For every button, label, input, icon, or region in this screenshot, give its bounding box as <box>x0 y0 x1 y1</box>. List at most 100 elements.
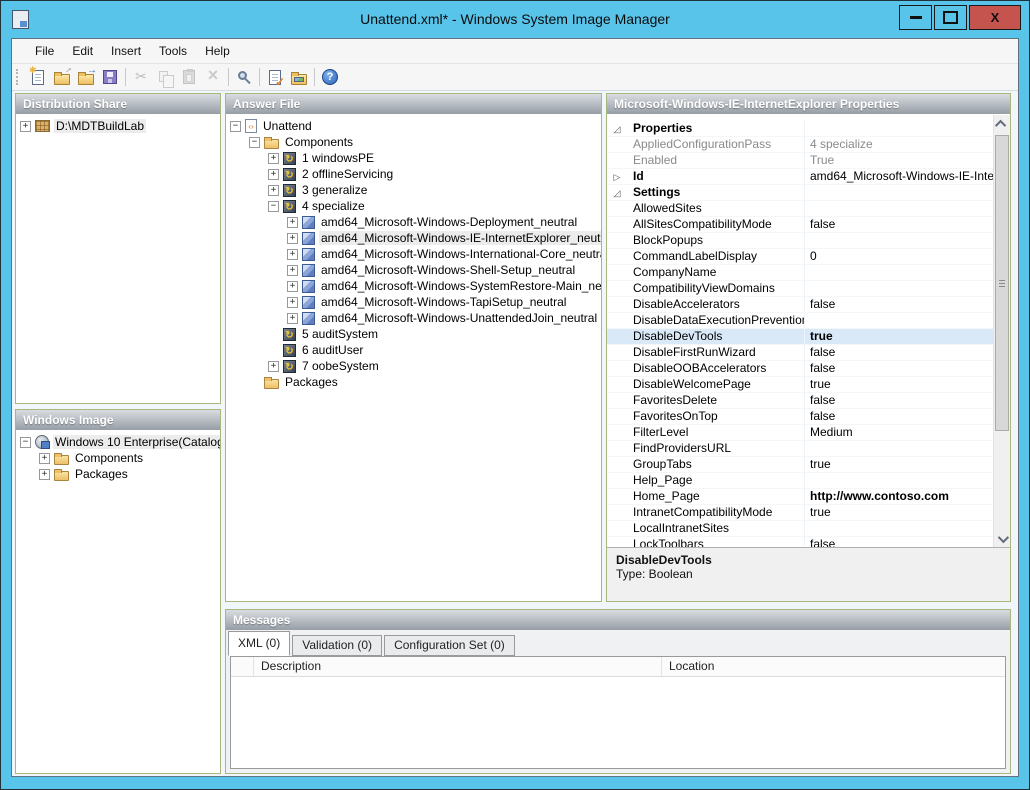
property-row[interactable]: GroupTabstrue <box>607 457 993 473</box>
expand-icon[interactable]: + <box>287 313 298 324</box>
property-value[interactable]: 4 specialize <box>805 137 993 152</box>
menu-file[interactable]: File <box>26 39 63 63</box>
minimize-button[interactable] <box>899 5 932 30</box>
property-row[interactable]: DisableFirstRunWizardfalse <box>607 345 993 361</box>
save-button[interactable] <box>98 65 122 89</box>
expand-icon[interactable]: + <box>268 185 279 196</box>
property-row[interactable]: FavoritesOnTopfalse <box>607 409 993 425</box>
tree-item[interactable]: −Components <box>226 134 601 150</box>
tree-item[interactable]: +amd64_Microsoft-Windows-UnattendedJoin_… <box>226 310 601 326</box>
property-value[interactable]: false <box>805 217 993 232</box>
property-value[interactable]: false <box>805 393 993 408</box>
property-value[interactable]: false <box>805 361 993 376</box>
property-row[interactable]: DisableOOBAcceleratorsfalse <box>607 361 993 377</box>
column-header-blank[interactable] <box>231 657 254 676</box>
tree-item[interactable]: −Windows 10 Enterprise(Catalog) <box>16 434 220 450</box>
property-row[interactable]: LocalIntranetSites <box>607 521 993 537</box>
property-value[interactable] <box>805 281 993 296</box>
property-value[interactable]: True <box>805 153 993 168</box>
tree-item[interactable]: +Components <box>16 450 220 466</box>
tree-item[interactable]: +amd64_Microsoft-Windows-Deployment_neut… <box>226 214 601 230</box>
scrollbar-thumb[interactable] <box>995 135 1009 431</box>
menu-insert[interactable]: Insert <box>102 39 150 63</box>
maximize-button[interactable] <box>934 5 967 30</box>
property-row[interactable]: AppliedConfigurationPass4 specialize <box>607 137 993 153</box>
property-value[interactable]: true <box>805 377 993 392</box>
create-configuration-set-button[interactable] <box>287 65 311 89</box>
collapse-icon[interactable]: ◿ <box>607 121 627 136</box>
toolbar-grip[interactable] <box>16 69 22 85</box>
property-value[interactable]: http://www.contoso.com <box>805 489 993 504</box>
property-value[interactable]: false <box>805 345 993 360</box>
property-value[interactable]: false <box>805 409 993 424</box>
tree-item[interactable]: +amd64_Microsoft-Windows-International-C… <box>226 246 601 262</box>
close-button[interactable]: X <box>969 5 1021 30</box>
property-value[interactable]: true <box>805 329 993 344</box>
menu-edit[interactable]: Edit <box>63 39 102 63</box>
tree-item[interactable]: +amd64_Microsoft-Windows-TapiSetup_neutr… <box>226 294 601 310</box>
property-row[interactable]: FavoritesDeletefalse <box>607 393 993 409</box>
tree-item[interactable]: +7 oobeSystem <box>226 358 601 374</box>
expand-icon[interactable]: + <box>287 233 298 244</box>
tree-item[interactable]: +amd64_Microsoft-Windows-IE-InternetExpl… <box>226 230 601 246</box>
property-value[interactable] <box>805 121 993 136</box>
tree-item[interactable]: +3 generalize <box>226 182 601 198</box>
tree-item[interactable]: +Packages <box>16 466 220 482</box>
expand-icon[interactable]: + <box>287 217 298 228</box>
validate-answer-file-button[interactable] <box>263 65 287 89</box>
property-value[interactable] <box>805 185 993 200</box>
property-row[interactable]: DisableAcceleratorsfalse <box>607 297 993 313</box>
scroll-down-button[interactable] <box>994 530 1010 547</box>
property-row[interactable]: Home_Pagehttp://www.contoso.com <box>607 489 993 505</box>
property-row[interactable]: DisableDevToolstrue <box>607 329 993 345</box>
expand-icon[interactable]: + <box>287 249 298 260</box>
tree-item[interactable]: −Unattend <box>226 118 601 134</box>
help-button[interactable] <box>318 65 342 89</box>
property-row[interactable]: AllowedSites <box>607 201 993 217</box>
expand-icon[interactable]: + <box>268 361 279 372</box>
properties-scrollbar[interactable] <box>993 115 1010 547</box>
scroll-up-button[interactable] <box>994 115 1010 132</box>
collapse-icon[interactable]: − <box>268 201 279 212</box>
property-value[interactable] <box>805 233 993 248</box>
property-row[interactable]: BlockPopups <box>607 233 993 249</box>
expand-icon[interactable]: ▷ <box>607 169 627 184</box>
expand-icon[interactable]: + <box>268 169 279 180</box>
title-bar[interactable]: Unattend.xml* - Windows System Image Man… <box>1 1 1029 38</box>
property-value[interactable] <box>805 441 993 456</box>
property-value[interactable]: true <box>805 457 993 472</box>
property-row[interactable]: CompatibilityViewDomains <box>607 281 993 297</box>
property-row[interactable]: DisableWelcomePagetrue <box>607 377 993 393</box>
tree-item[interactable]: +amd64_Microsoft-Windows-Shell-Setup_neu… <box>226 262 601 278</box>
tab-configuration[interactable]: Configuration Set (0) <box>384 635 515 656</box>
expand-icon[interactable]: + <box>268 153 279 164</box>
property-value[interactable]: true <box>805 505 993 520</box>
collapse-icon[interactable]: − <box>20 437 31 448</box>
collapse-icon[interactable]: ◿ <box>607 185 627 200</box>
collapse-icon[interactable]: − <box>249 137 260 148</box>
property-value[interactable]: false <box>805 297 993 312</box>
tree-item[interactable]: 5 auditSystem <box>226 326 601 342</box>
property-category-row[interactable]: ◿Settings <box>607 185 993 201</box>
tree-item[interactable]: +D:\MDTBuildLab <box>16 118 220 134</box>
property-value[interactable]: Medium <box>805 425 993 440</box>
expand-icon[interactable]: + <box>20 121 31 132</box>
tree-item[interactable]: +2 offlineServicing <box>226 166 601 182</box>
property-value[interactable] <box>805 473 993 488</box>
property-row[interactable]: FilterLevelMedium <box>607 425 993 441</box>
tree-item[interactable]: +amd64_Microsoft-Windows-SystemRestore-M… <box>226 278 601 294</box>
column-header-description[interactable]: Description <box>254 657 662 676</box>
property-row[interactable]: Help_Page <box>607 473 993 489</box>
menu-tools[interactable]: Tools <box>150 39 196 63</box>
property-value[interactable]: amd64_Microsoft-Windows-IE-InternetEx <box>805 169 993 184</box>
expand-icon[interactable]: + <box>287 281 298 292</box>
find-button[interactable] <box>232 65 256 89</box>
tab-validation[interactable]: Validation (0) <box>292 635 382 656</box>
property-row[interactable]: FindProvidersURL <box>607 441 993 457</box>
property-row[interactable]: EnabledTrue <box>607 153 993 169</box>
property-value[interactable] <box>805 201 993 216</box>
open-answer-file-button[interactable] <box>50 65 74 89</box>
expand-icon[interactable]: + <box>287 265 298 276</box>
property-row[interactable]: IntranetCompatibilityModetrue <box>607 505 993 521</box>
expand-icon[interactable]: + <box>39 453 50 464</box>
